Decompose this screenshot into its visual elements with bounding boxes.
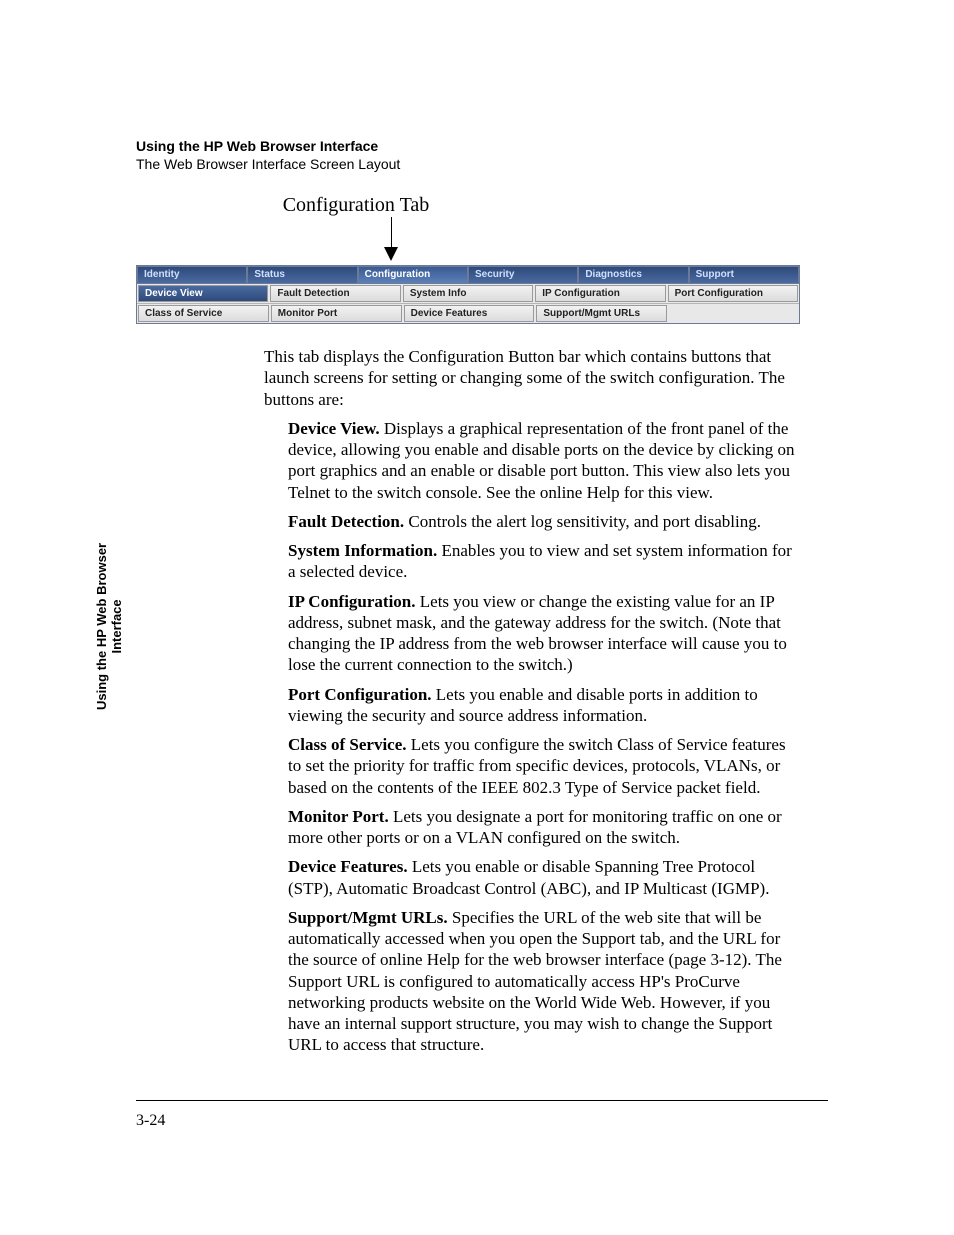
- feature-list: Device View. Displays a graphical repres…: [288, 418, 798, 1056]
- feature-name: Device Features.: [288, 857, 408, 876]
- feature-name: IP Configuration.: [288, 592, 416, 611]
- feature-item-5: Class of Service. Lets you configure the…: [288, 734, 798, 798]
- feature-item-0: Device View. Displays a graphical repres…: [288, 418, 798, 503]
- main-tab-row: Identity Status Configuration Security D…: [137, 266, 799, 284]
- page-number: 3-24: [136, 1112, 165, 1130]
- feature-desc: Controls the alert log sensitivity, and …: [408, 512, 761, 531]
- callout-label: Configuration Tab: [256, 194, 456, 217]
- tab-identity[interactable]: Identity: [137, 266, 247, 283]
- side-label-line2: Interface: [109, 599, 124, 653]
- feature-item-4: Port Configuration. Lets you enable and …: [288, 684, 798, 727]
- header-subtitle: The Web Browser Interface Screen Layout: [136, 156, 828, 172]
- feature-item-1: Fault Detection. Controls the alert log …: [288, 511, 798, 532]
- feature-item-3: IP Configuration. Lets you view or chang…: [288, 591, 798, 676]
- subbtn-monitor-port[interactable]: Monitor Port: [271, 305, 402, 322]
- feature-name: Class of Service.: [288, 735, 407, 754]
- subbtn-device-view[interactable]: Device View: [138, 285, 268, 302]
- footer-rule: [136, 1100, 828, 1101]
- body-text: This tab displays the Configuration Butt…: [264, 346, 798, 1056]
- feature-name: Port Configuration.: [288, 685, 432, 704]
- tab-status[interactable]: Status: [247, 266, 357, 283]
- sub-button-row-1: Device View Fault Detection System Info …: [137, 284, 799, 303]
- subbtn-port-configuration[interactable]: Port Configuration: [668, 285, 798, 302]
- feature-item-8: Support/Mgmt URLs. Specifies the URL of …: [288, 907, 798, 1056]
- intro-paragraph: This tab displays the Configuration Butt…: [264, 346, 798, 410]
- feature-name: Monitor Port.: [288, 807, 389, 826]
- subbtn-ip-configuration[interactable]: IP Configuration: [535, 285, 665, 302]
- feature-item-2: System Information. Enables you to view …: [288, 540, 798, 583]
- subbtn-empty: [669, 305, 798, 322]
- subbtn-device-features[interactable]: Device Features: [404, 305, 535, 322]
- tab-configuration[interactable]: Configuration: [358, 266, 468, 283]
- feature-name: Device View.: [288, 419, 380, 438]
- subbtn-class-of-service[interactable]: Class of Service: [138, 305, 269, 322]
- side-label-line1: Using the HP Web Browser: [94, 543, 109, 710]
- subbtn-system-info[interactable]: System Info: [403, 285, 533, 302]
- tab-security[interactable]: Security: [468, 266, 578, 283]
- feature-name: System Information.: [288, 541, 437, 560]
- callout-arrow: [256, 217, 456, 265]
- feature-desc: Specifies the URL of the web site that w…: [288, 908, 782, 1055]
- sub-button-row-2: Class of Service Monitor Port Device Fea…: [137, 303, 799, 323]
- tab-support[interactable]: Support: [689, 266, 799, 283]
- header-title: Using the HP Web Browser Interface: [136, 138, 828, 154]
- feature-name: Fault Detection.: [288, 512, 404, 531]
- subbtn-fault-detection[interactable]: Fault Detection: [270, 285, 400, 302]
- feature-item-6: Monitor Port. Lets you designate a port …: [288, 806, 798, 849]
- subbtn-support-mgmt-urls[interactable]: Support/Mgmt URLs: [536, 305, 667, 322]
- feature-item-7: Device Features. Lets you enable or disa…: [288, 856, 798, 899]
- feature-name: Support/Mgmt URLs.: [288, 908, 448, 927]
- side-tab-label: Using the HP Web Browser Interface: [95, 543, 125, 710]
- configuration-screenshot-figure: Identity Status Configuration Security D…: [136, 265, 800, 324]
- tab-diagnostics[interactable]: Diagnostics: [578, 266, 688, 283]
